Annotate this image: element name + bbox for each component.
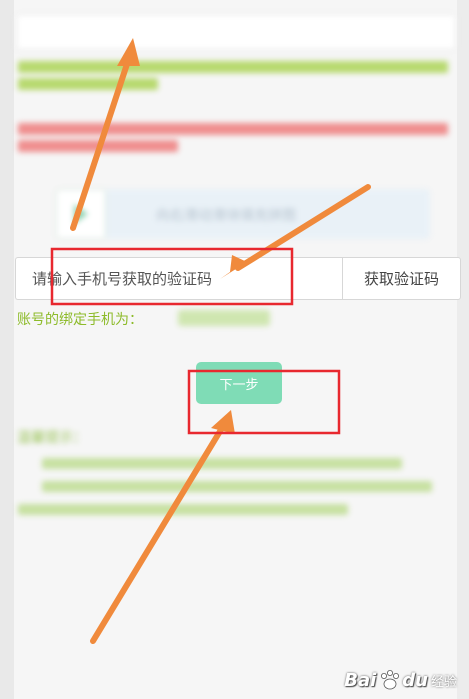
next-button[interactable]: 下一步	[196, 362, 282, 404]
baidu-watermark: Bai du 经验	[344, 667, 457, 693]
verification-notice	[18, 56, 450, 94]
get-code-button[interactable]: 获取验证码	[342, 257, 461, 300]
tips-line	[42, 458, 402, 469]
slider-hint: 向右滑动滑块填充拼图	[156, 208, 296, 224]
watermark-brand2: du	[402, 669, 428, 691]
warning-line	[18, 140, 178, 152]
tips-line	[18, 504, 348, 515]
verify-code-input[interactable]	[15, 257, 356, 300]
account-input[interactable]	[16, 14, 456, 50]
annotation-overlay	[50, 38, 371, 644]
arrow-right-icon	[74, 204, 88, 224]
left-edge	[0, 0, 14, 699]
notice-line	[18, 78, 158, 90]
verify-code-row: 获取验证码	[15, 257, 461, 300]
verification-page: 向右滑动滑块填充拼图 获取验证码 账号的绑定手机为： 下一步 温馨提示： Bai	[0, 0, 469, 699]
account-input-placeholder	[31, 24, 35, 39]
tips-line	[42, 481, 432, 492]
tips-body	[18, 450, 448, 527]
right-edge	[457, 0, 469, 699]
bound-phone-label: 账号的绑定手机为：	[17, 312, 143, 328]
arrow-up-right-head-icon	[211, 410, 235, 434]
notice-line	[18, 61, 448, 73]
watermark-sub: 经验	[430, 674, 457, 690]
warning-notice	[18, 118, 450, 156]
tips-title: 温馨提示：	[17, 430, 87, 446]
paw-icon	[381, 670, 400, 690]
slider-handle[interactable]	[56, 189, 106, 239]
bound-phone-value	[178, 310, 270, 326]
watermark-brand: Bai	[344, 669, 377, 691]
warning-line	[18, 123, 448, 135]
slider-captcha[interactable]: 向右滑动滑块填充拼图	[56, 189, 430, 239]
